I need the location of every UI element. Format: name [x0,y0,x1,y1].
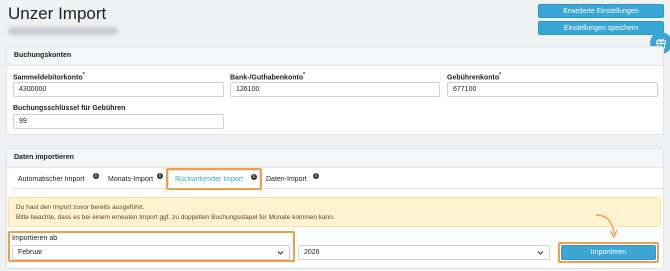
year-value: 2026 [304,249,320,256]
tab-highlight [166,168,262,190]
bank-label: Bank-/Guthabenkonto* [230,72,306,82]
fee-label: Gebührenkonto* [447,72,502,82]
save-settings-button[interactable]: Einstellungen speichern [538,21,664,35]
fee-input[interactable]: 677100 [447,82,658,97]
alert-text-1: Du hast den Import zuvor bereits ausgefü… [16,204,145,211]
alert-text-2: Bitte beachte, dass es bei einem erneute… [16,214,335,221]
year-select[interactable]: 2026 [298,245,550,260]
blurred-subtitle [8,27,118,35]
tab-automatischer-import[interactable]: Automatischer Import i [12,170,102,188]
tab-monats-import[interactable]: Monats-Import i [102,170,166,188]
tab-label: Daten-Import [266,175,307,183]
page-title: Unzer Import [8,4,107,23]
info-icon[interactable]: i [313,173,319,179]
info-icon[interactable]: i [157,173,163,179]
chevron-down-icon [537,251,544,255]
advanced-settings-button[interactable]: Erweiterte Einstellungen [538,4,664,18]
tab-label: Automatischer Import [18,175,85,183]
import-highlight [558,242,659,263]
import-card-header: Daten importieren [7,149,663,168]
tab-label: Monats-Import [108,175,154,183]
key-label: Buchungsschlüssel für Gebühren [13,105,126,112]
tabs-divider [12,188,664,189]
warning-alert: Du hast den Import zuvor bereits ausgefü… [8,197,661,227]
month-highlight [8,231,295,262]
sammel-input[interactable]: 4300000 [13,82,224,97]
arrow-curve-icon [595,214,618,239]
accounts-title: Buchungskonten [14,52,72,59]
bank-input[interactable]: 126100 [230,82,440,97]
key-input[interactable]: 99 [13,114,224,129]
sammel-label: Sammeldebitorkonto* [13,72,85,82]
info-icon[interactable]: i [93,173,99,179]
tab-daten-import[interactable]: Daten-Import i [260,170,322,188]
accounts-card-header: Buchungskonten [7,47,663,66]
import-title: Daten importieren [14,154,74,161]
